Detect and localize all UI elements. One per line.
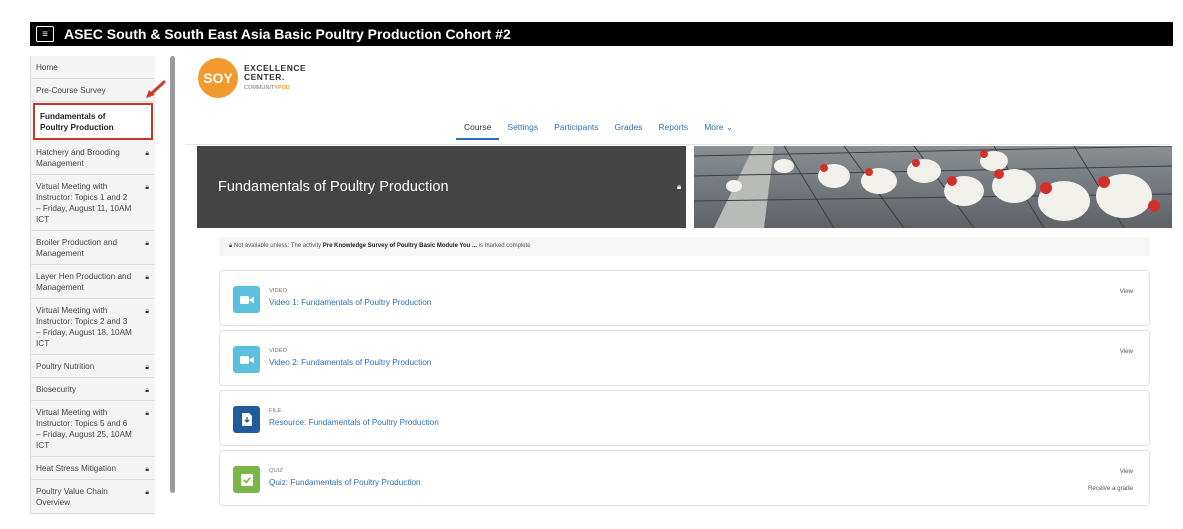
view-status: View [1119, 288, 1133, 295]
availability-restriction: 🔒︎ Not available unless: The activity Pr… [219, 237, 1150, 256]
annotation-arrow-icon [146, 80, 166, 98]
sidebar-item-biosecurity[interactable]: Biosecurity 🔒︎ [31, 378, 155, 401]
logo-badge: SOY [198, 58, 238, 98]
hamburger-icon[interactable]: ≡ [36, 26, 54, 42]
activity-kind: VIDEO [269, 288, 288, 294]
course-title: ASEC South & South East Asia Basic Poult… [64, 26, 511, 42]
sidebar-item-fundamentals[interactable]: Fundamentals of Poultry Production [33, 103, 153, 140]
file-icon [233, 406, 260, 433]
section-banner: Fundamentals of Poultry Production 🔒︎ [197, 146, 686, 228]
sidebar-item-pre-course-survey[interactable]: Pre-Course Survey [31, 79, 155, 102]
sidebar-item-layer-hen[interactable]: Layer Hen Production and Management 🔒︎ [31, 265, 155, 299]
sidebar-item-poultry-nutrition[interactable]: Poultry Nutrition 🔒︎ [31, 355, 155, 378]
activity-link[interactable]: Video 1: Fundamentals of Poultry Product… [269, 298, 431, 307]
quiz-icon [233, 466, 260, 493]
tab-participants[interactable]: Participants [546, 122, 606, 140]
restriction-activity: Pre Knowledge Survey of Poultry Basic Mo… [322, 243, 477, 249]
sidebar-item-label: Virtual Meeting with Instructor: Topics … [36, 306, 132, 348]
sidebar-item-label: Home [36, 63, 58, 72]
lock-icon: 🔒︎ [145, 150, 149, 157]
poultry-farm-image [694, 146, 1172, 228]
activity-video-2: VIDEO Video 2: Fundamentals of Poultry P… [219, 330, 1150, 386]
lock-icon: 🔒︎ [145, 184, 149, 191]
activity-kind: VIDEO [269, 348, 288, 354]
video-icon [233, 346, 260, 373]
course-nav-tabs: Course Settings Participants Grades Repo… [456, 122, 741, 140]
section-title: Fundamentals of Poultry Production [218, 179, 449, 195]
soy-excellence-center-logo[interactable]: SOY EXCELLENCE CENTER. COMMUNITYPOD [198, 58, 306, 98]
lock-icon: 🔒︎ [145, 466, 149, 473]
sidebar-scrollbar[interactable] [170, 56, 175, 493]
restriction-prefix: Not available unless: The activity [233, 243, 323, 249]
tab-grades[interactable]: Grades [607, 122, 651, 140]
lock-icon: 🔒︎ [145, 387, 149, 394]
logo-community: COMMUNITY [244, 84, 278, 91]
sidebar-item-label: Pre-Course Survey [36, 86, 106, 95]
restriction-suffix: is marked complete [476, 243, 531, 249]
sidebar-item-broiler[interactable]: Broiler Production and Management 🔒︎ [31, 231, 155, 265]
tab-settings[interactable]: Settings [499, 122, 546, 140]
sidebar-item-label: Virtual Meeting with Instructor: Topics … [36, 408, 132, 450]
logo-pod: POD [277, 84, 290, 91]
grade-status: Receive a grade [1087, 485, 1133, 492]
sidebar-item-label: Hatchery and Brooding Management [36, 148, 120, 168]
activity-file: FILE Resource: Fundamentals of Poultry P… [219, 390, 1150, 446]
view-status: View [1119, 348, 1133, 355]
sidebar-item-label: Poultry Value Chain Overview [36, 487, 108, 507]
lock-icon: 🔒︎ [145, 364, 149, 371]
sidebar-item-label: Broiler Production and Management [36, 238, 118, 258]
sidebar-item-label: Poultry Nutrition [36, 362, 95, 371]
activity-kind: FILE [269, 408, 282, 414]
lock-icon: 🔒︎ [145, 308, 149, 315]
divider [185, 144, 1170, 145]
course-header-bar: ≡ ASEC South & South East Asia Basic Pou… [30, 22, 1173, 46]
sidebar-item-label: Virtual Meeting with Instructor: Topics … [36, 182, 132, 224]
view-status: View [1119, 468, 1133, 475]
sidebar-item-heat-stress[interactable]: Heat Stress Mitigation 🔒︎ [31, 457, 155, 480]
sidebar-item-label: Layer Hen Production and Management [36, 272, 132, 292]
course-index-sidebar: Home Pre-Course Survey Fundamentals of P… [30, 56, 155, 514]
sidebar-item-hatchery[interactable]: Hatchery and Brooding Management 🔒︎ [31, 141, 155, 175]
sidebar-item-label: Heat Stress Mitigation [36, 464, 117, 473]
lock-icon: 🔒︎ [677, 182, 682, 191]
tab-reports[interactable]: Reports [650, 122, 696, 140]
tab-more[interactable]: More ⌄ [696, 122, 741, 140]
video-icon [233, 286, 260, 313]
sidebar-item-virtual-meeting-2[interactable]: Virtual Meeting with Instructor: Topics … [31, 299, 155, 355]
sidebar-item-label: Fundamentals of Poultry Production [40, 112, 114, 132]
activity-quiz: QUIZ Quiz: Fundamentals of Poultry Produ… [219, 450, 1150, 506]
sidebar-item-label: Biosecurity [36, 385, 77, 394]
activity-link[interactable]: Video 2: Fundamentals of Poultry Product… [269, 358, 431, 367]
sidebar-item-value-chain[interactable]: Poultry Value Chain Overview 🔒︎ [31, 480, 155, 514]
activity-video-1: VIDEO Video 1: Fundamentals of Poultry P… [219, 270, 1150, 326]
activity-kind: QUIZ [269, 468, 283, 474]
logo-line-2: CENTER. [244, 71, 285, 82]
activity-link[interactable]: Quiz: Fundamentals of Poultry Production [269, 478, 421, 487]
tab-course[interactable]: Course [456, 122, 500, 140]
lock-icon: 🔒︎ [145, 410, 149, 417]
lock-icon: 🔒︎ [145, 240, 149, 247]
sidebar-item-virtual-meeting-3[interactable]: Virtual Meeting with Instructor: Topics … [31, 401, 155, 457]
lock-icon: 🔒︎ [145, 274, 149, 281]
activity-link[interactable]: Resource: Fundamentals of Poultry Produc… [269, 418, 439, 427]
sidebar-item-home[interactable]: Home [31, 56, 155, 79]
sidebar-item-virtual-meeting-1[interactable]: Virtual Meeting with Instructor: Topics … [31, 175, 155, 231]
lock-icon: 🔒︎ [145, 489, 149, 496]
